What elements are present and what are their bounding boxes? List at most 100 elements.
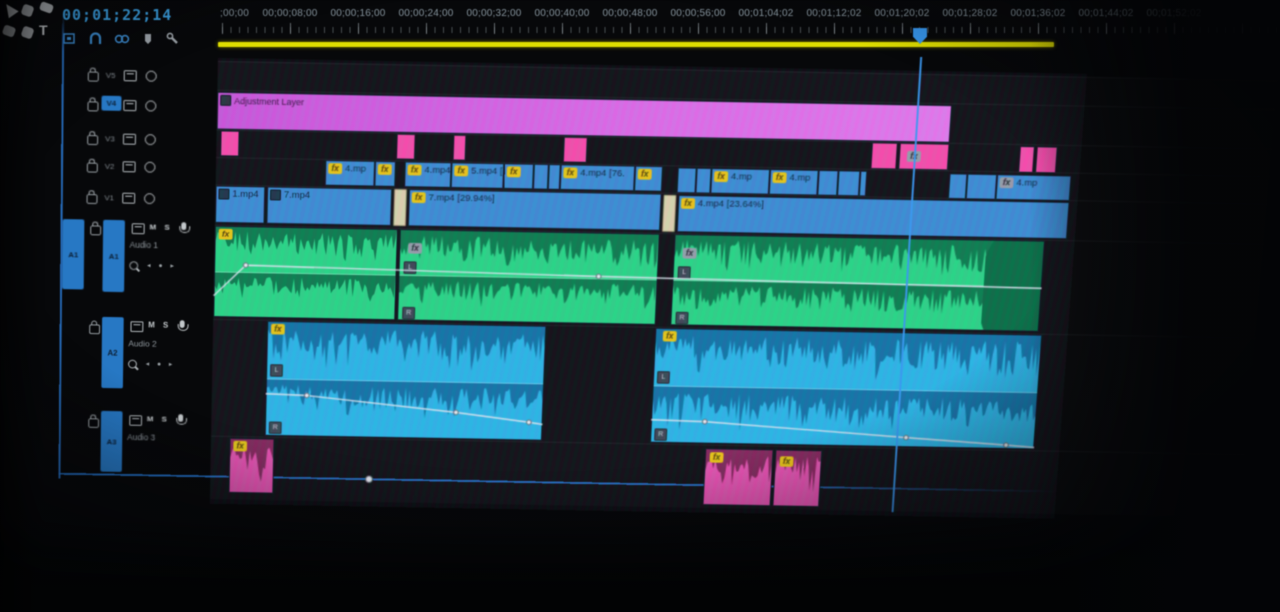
audio-clip-pink[interactable]: fx [229, 438, 275, 494]
sync-lock-icon[interactable] [132, 223, 145, 234]
keyframe-nav[interactable]: ◂ ● ▸ [147, 262, 177, 270]
sync-lock-icon[interactable] [129, 415, 142, 426]
lock-icon[interactable] [89, 324, 100, 334]
video-clip[interactable]: fx5.mp4 [ [451, 162, 504, 189]
keyframe-nav[interactable]: ◂ ● ▸ [146, 360, 176, 368]
track-header-a1: A1 A1 M S Audio 1 ◂ ● ▸ [62, 217, 213, 311]
work-area-bar[interactable] [218, 42, 1054, 47]
sync-lock-icon[interactable] [123, 100, 136, 111]
sync-lock-icon[interactable] [123, 161, 136, 172]
lock-icon[interactable] [87, 163, 98, 173]
video-clip[interactable]: fx4.mp4 [23.64%] [677, 195, 1070, 239]
lock-icon[interactable] [90, 225, 101, 235]
transition-clip[interactable] [662, 195, 677, 232]
snap-magnet-icon[interactable] [88, 31, 103, 49]
mute-button[interactable]: M [148, 321, 155, 330]
lock-icon[interactable] [87, 194, 98, 204]
video-clip[interactable]: fx4.mp4 [76. [560, 164, 635, 191]
track-output-eye-icon[interactable] [146, 71, 157, 82]
video-clip[interactable]: 1.mp4 [215, 186, 265, 224]
video-clip[interactable]: fx [374, 161, 396, 187]
sync-lock-icon[interactable] [122, 193, 135, 204]
sync-lock-icon[interactable] [130, 321, 143, 332]
track-name-audio3[interactable]: Audio 3 [127, 432, 155, 442]
video-clip[interactable] [677, 167, 697, 193]
ripple-edit-tool-icon[interactable] [39, 1, 54, 14]
video-clip-pink[interactable] [563, 137, 588, 163]
video-clip-pink[interactable] [870, 142, 897, 169]
lock-icon[interactable] [88, 418, 99, 428]
track-output-eye-icon[interactable] [144, 193, 155, 204]
track-output-eye-icon[interactable] [145, 134, 156, 145]
lock-icon[interactable] [87, 101, 98, 111]
video-clip[interactable]: fx4.mp4 [ [404, 161, 451, 187]
track-target-a2[interactable]: A2 [101, 317, 123, 388]
mic-icon[interactable] [178, 414, 183, 422]
fx-badge: fx [772, 172, 786, 183]
video-clip-pink[interactable] [453, 135, 467, 161]
mic-icon[interactable] [180, 320, 185, 328]
video-clip[interactable]: fx4.mp [325, 160, 375, 186]
video-clip[interactable] [837, 170, 860, 196]
marker-icon[interactable] [142, 31, 154, 49]
magnifier-icon[interactable] [129, 261, 138, 270]
video-clip[interactable]: fx4.mp [769, 169, 819, 195]
video-clip[interactable]: fx [634, 166, 663, 192]
video-clip[interactable] [966, 174, 997, 200]
video-clip-pink[interactable]: fx [898, 143, 949, 170]
video-clip-pink[interactable] [396, 134, 416, 160]
track-select-tool-icon[interactable] [20, 3, 34, 17]
audio-clip-blue[interactable]: fx L R [650, 328, 1042, 450]
magnifier-icon[interactable] [128, 360, 137, 369]
selection-tool-icon[interactable] [1, 1, 18, 19]
audio-clip-green[interactable]: fx [213, 226, 398, 320]
razor-tool-icon[interactable] [2, 24, 17, 38]
nest-icon[interactable] [62, 31, 77, 49]
video-clip[interactable] [817, 170, 838, 196]
video-clip[interactable]: fx4.mp [995, 174, 1071, 201]
sync-lock-icon[interactable] [123, 134, 136, 145]
sync-lock-icon[interactable] [124, 70, 137, 81]
lock-icon[interactable] [88, 72, 99, 82]
video-clip[interactable] [695, 168, 711, 194]
mute-button[interactable]: M [147, 415, 154, 424]
audio-clip-pink[interactable]: fx [703, 448, 774, 506]
audio-clip-blue[interactable]: fx L R [265, 321, 547, 441]
track-output-eye-icon[interactable] [144, 162, 155, 173]
solo-button[interactable]: S [164, 223, 169, 232]
video-clip[interactable]: fx7.mp4 [29.94%] [408, 189, 662, 231]
pen-tool-icon[interactable] [20, 25, 34, 39]
lock-icon[interactable] [87, 135, 98, 145]
track-name-v5[interactable]: V5 [106, 71, 116, 80]
video-clip[interactable]: fx [503, 163, 534, 189]
solo-button[interactable]: S [163, 321, 168, 330]
track-name-v4[interactable]: V4 [101, 96, 121, 111]
source-patch-a1[interactable]: A1 [62, 219, 84, 289]
video-clip-pink[interactable] [1035, 146, 1058, 173]
track-name-v1[interactable]: V1 [104, 193, 114, 202]
video-clip[interactable] [533, 164, 549, 190]
track-output-eye-icon[interactable] [145, 100, 156, 111]
video-clip-pink[interactable] [1018, 146, 1035, 173]
type-tool-icon[interactable]: T [39, 22, 48, 38]
solo-button[interactable]: S [162, 415, 167, 424]
video-clip-pink[interactable] [220, 131, 239, 157]
mic-icon[interactable] [181, 222, 186, 230]
track-name-audio1[interactable]: Audio 1 [130, 240, 159, 250]
audio-clip-green[interactable]: fx L R [670, 234, 1045, 332]
track-name-v3[interactable]: V3 [105, 134, 115, 143]
linked-selection-icon[interactable] [114, 31, 131, 49]
track-name-audio2[interactable]: Audio 2 [128, 339, 156, 349]
track-target-a3[interactable]: A3 [100, 411, 122, 472]
video-clip[interactable]: 7.mp4 [266, 187, 392, 226]
video-clip[interactable] [948, 173, 968, 199]
transition-clip[interactable] [393, 189, 407, 226]
audio-clip-pink[interactable]: fx [772, 450, 822, 508]
video-clip[interactable] [548, 164, 561, 190]
audio-clip-green[interactable]: fx L R [397, 229, 660, 325]
track-target-a1[interactable]: A1 [102, 220, 125, 292]
mute-button[interactable]: M [150, 223, 157, 232]
track-name-v2[interactable]: V2 [105, 162, 115, 171]
video-clip[interactable]: fx4.mp [710, 168, 770, 195]
wrench-icon[interactable] [165, 31, 180, 49]
